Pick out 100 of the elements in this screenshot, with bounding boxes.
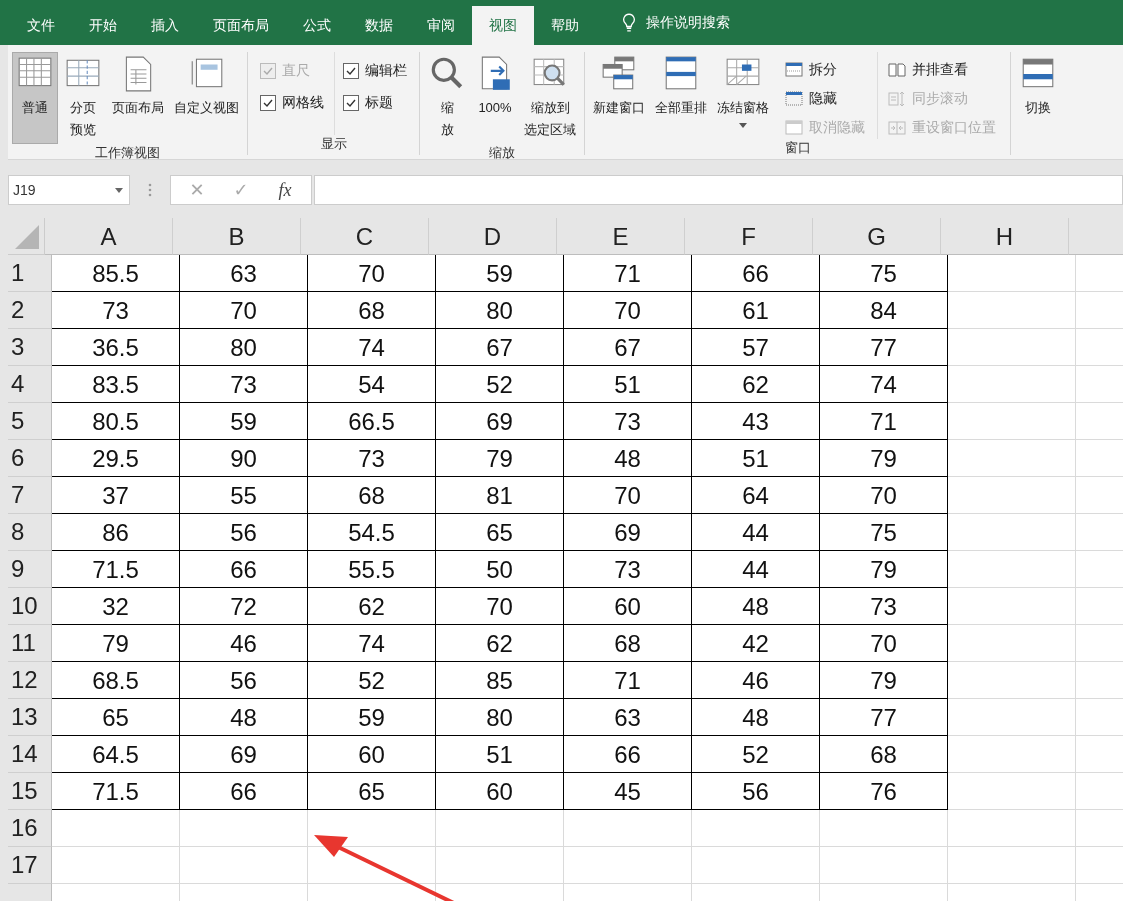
table-cell: 70 xyxy=(820,477,948,514)
column-header[interactable]: F xyxy=(685,218,813,255)
grip-icon xyxy=(148,182,152,198)
ribbon-tab[interactable]: 文件 xyxy=(10,6,72,45)
table-cell: 60 xyxy=(564,588,692,625)
group-label: 显示 xyxy=(319,135,348,153)
row-header[interactable]: 4 xyxy=(8,366,52,403)
table-cell: 68 xyxy=(564,625,692,662)
table-cell: 71.5 xyxy=(52,551,180,588)
table-cell: 79 xyxy=(52,625,180,662)
row-header[interactable]: 13 xyxy=(8,699,52,736)
row-header[interactable]: 12 xyxy=(8,662,52,699)
table-cell: 73 xyxy=(308,440,436,477)
row-header[interactable]: 1 xyxy=(8,255,52,292)
column-header[interactable]: C xyxy=(301,218,429,255)
table-cell: 80.5 xyxy=(52,403,180,440)
reset-position-icon xyxy=(888,118,906,137)
table-cell: 52 xyxy=(308,662,436,699)
table-cell: 80 xyxy=(436,699,564,736)
table-cell: 77 xyxy=(820,329,948,366)
ribbon-button[interactable]: 新建窗口 xyxy=(589,52,649,139)
table-cell: 51 xyxy=(564,366,692,403)
table-cell: 54.5 xyxy=(308,514,436,551)
ribbon-button[interactable]: 并排查看 xyxy=(886,58,998,81)
row-header[interactable]: 2 xyxy=(8,292,52,329)
ribbon-button[interactable]: 100% xyxy=(472,52,518,144)
row-header[interactable]: 3 xyxy=(8,329,52,366)
ribbon-button[interactable]: 页面布局 xyxy=(108,52,168,144)
table-cell: 62 xyxy=(308,588,436,625)
sync-scroll-icon xyxy=(888,89,906,108)
table-cell: 57 xyxy=(692,329,820,366)
row-header[interactable]: 17 xyxy=(8,847,52,884)
table-cell: 60 xyxy=(308,736,436,773)
row-header[interactable]: 7 xyxy=(8,477,52,514)
ribbon-button[interactable]: 隐藏 xyxy=(783,87,867,110)
formula-input[interactable] xyxy=(314,175,1123,205)
column-header[interactable]: D xyxy=(429,218,557,255)
column-header[interactable]: H xyxy=(941,218,1069,255)
row-header[interactable]: 14 xyxy=(8,736,52,773)
row-header[interactable]: 9 xyxy=(8,551,52,588)
table-cell: 69 xyxy=(436,403,564,440)
caret-icon xyxy=(115,187,123,193)
ribbon-button[interactable]: 全部重排 xyxy=(651,52,711,139)
table-cell: 52 xyxy=(692,736,820,773)
tell-me-search[interactable]: 操作说明搜索 xyxy=(616,0,736,45)
column-header[interactable]: E xyxy=(557,218,685,255)
check-icon xyxy=(345,65,357,77)
row-header[interactable]: 10 xyxy=(8,588,52,625)
table-cell: 66 xyxy=(180,773,308,810)
group-label: 工作簿视图 xyxy=(94,144,161,162)
ribbon-button[interactable]: 缩放到 选定区域 xyxy=(520,52,580,144)
table-cell: 44 xyxy=(692,551,820,588)
ribbon-tab[interactable]: 页面布局 xyxy=(196,6,286,45)
table-cell: 60 xyxy=(436,773,564,810)
table-cell: 59 xyxy=(180,403,308,440)
table-cell: 48 xyxy=(692,588,820,625)
name-box[interactable]: J19 xyxy=(8,175,130,205)
row-header[interactable]: 8 xyxy=(8,514,52,551)
ribbon-button[interactable]: 自定义视图 xyxy=(170,52,243,144)
row-header[interactable]: 5 xyxy=(8,403,52,440)
column-header[interactable]: A xyxy=(45,218,173,255)
ribbon-button[interactable]: 冻结窗格 xyxy=(713,52,773,139)
ribbon-tab[interactable]: 审阅 xyxy=(410,6,472,45)
table-cell: 70 xyxy=(308,255,436,292)
table-cell: 54 xyxy=(308,366,436,403)
table-cell: 66 xyxy=(692,255,820,292)
column-header[interactable]: G xyxy=(813,218,941,255)
ribbon-button[interactable]: 普通 xyxy=(12,52,58,144)
hide-icon xyxy=(785,89,803,108)
ribbon-tab[interactable]: 插入 xyxy=(134,6,196,45)
table-cell: 73 xyxy=(52,292,180,329)
column-header[interactable]: B xyxy=(173,218,301,255)
checkbox[interactable]: 编辑栏 xyxy=(343,58,407,84)
ribbon-tab[interactable]: 开始 xyxy=(72,6,134,45)
table-cell: 73 xyxy=(564,403,692,440)
ribbon-button[interactable]: 拆分 xyxy=(783,58,867,81)
table-cell: 77 xyxy=(820,699,948,736)
ribbon-tab[interactable]: 公式 xyxy=(286,6,348,45)
table-cell: 64 xyxy=(692,477,820,514)
table-cell: 74 xyxy=(308,625,436,662)
table-cell: 66.5 xyxy=(308,403,436,440)
ribbon-tab[interactable]: 视图 xyxy=(472,6,534,45)
checkbox[interactable]: 网格线 xyxy=(260,90,324,116)
row-header[interactable]: 15 xyxy=(8,773,52,810)
table-cell: 66 xyxy=(180,551,308,588)
table-cell: 90 xyxy=(180,440,308,477)
row-header[interactable]: 11 xyxy=(8,625,52,662)
table-cell: 48 xyxy=(180,699,308,736)
insert-function-button[interactable]: fx xyxy=(267,176,303,204)
ribbon-button[interactable]: 缩 放 xyxy=(424,52,470,144)
ribbon-tab[interactable]: 数据 xyxy=(348,6,410,45)
ribbon-button[interactable]: 切换 xyxy=(1015,52,1061,155)
table-cell: 55 xyxy=(180,477,308,514)
ribbon-button[interactable]: 分页 预览 xyxy=(60,52,106,144)
table-cell: 50 xyxy=(436,551,564,588)
row-header[interactable]: 6 xyxy=(8,440,52,477)
table-cell: 45 xyxy=(564,773,692,810)
row-header[interactable]: 16 xyxy=(8,810,52,847)
ribbon-tab[interactable]: 帮助 xyxy=(534,6,596,45)
checkbox[interactable]: 标题 xyxy=(343,90,407,116)
